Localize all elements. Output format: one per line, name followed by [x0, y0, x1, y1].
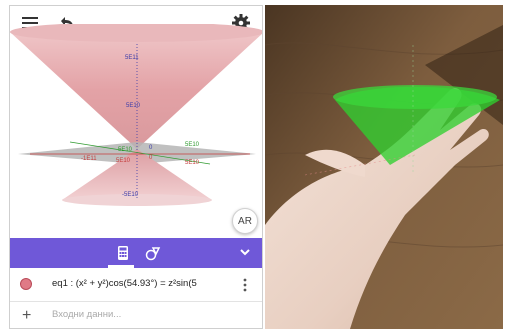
label-left-neg-1e11: -1E11	[81, 156, 97, 162]
algebra-row-eq1[interactable]: eq1 : (x² + y²)cos(54.93°) = z²sin(5	[10, 268, 262, 302]
more-vertical-icon[interactable]	[240, 277, 250, 293]
label-center-green-5e10: 5E10	[118, 147, 133, 153]
algebra-input-row[interactable]: + Входни данни...	[10, 303, 262, 328]
3d-graphics-view[interactable]: 5E11 5E10 5E10 -1E11 5E10 0 5E10 0 5E10 …	[10, 22, 262, 236]
algebra-toolbar	[10, 238, 262, 268]
upper-cone-surface	[10, 32, 262, 149]
equation-text[interactable]: eq1 : (x² + y²)cos(54.93°) = z²sin(5	[52, 278, 230, 289]
chevron-down-icon[interactable]	[238, 245, 252, 259]
calculator-icon[interactable]	[114, 244, 132, 262]
label-top-5e11: 5E11	[125, 55, 139, 61]
ar-button[interactable]: AR	[232, 208, 258, 234]
visibility-toggle-dot[interactable]	[20, 278, 32, 290]
ar-camera-photo	[265, 5, 503, 329]
geometry-tools-icon[interactable]	[144, 244, 162, 262]
plus-icon[interactable]: +	[22, 308, 31, 324]
label-right-red-5e10: 5E10	[185, 160, 200, 166]
label-center-red-5e10: 5E10	[116, 158, 131, 164]
geogebra-app-screen: 5E11 5E10 5E10 -1E11 5E10 0 5E10 0 5E10 …	[9, 5, 263, 329]
algebra-input-field[interactable]: Входни данни...	[52, 309, 121, 320]
label-lower-neg-5e10: -5E10	[122, 192, 139, 198]
label-upper-5e10: 5E10	[126, 103, 141, 109]
label-right-green-5e10: 5E10	[185, 142, 200, 148]
